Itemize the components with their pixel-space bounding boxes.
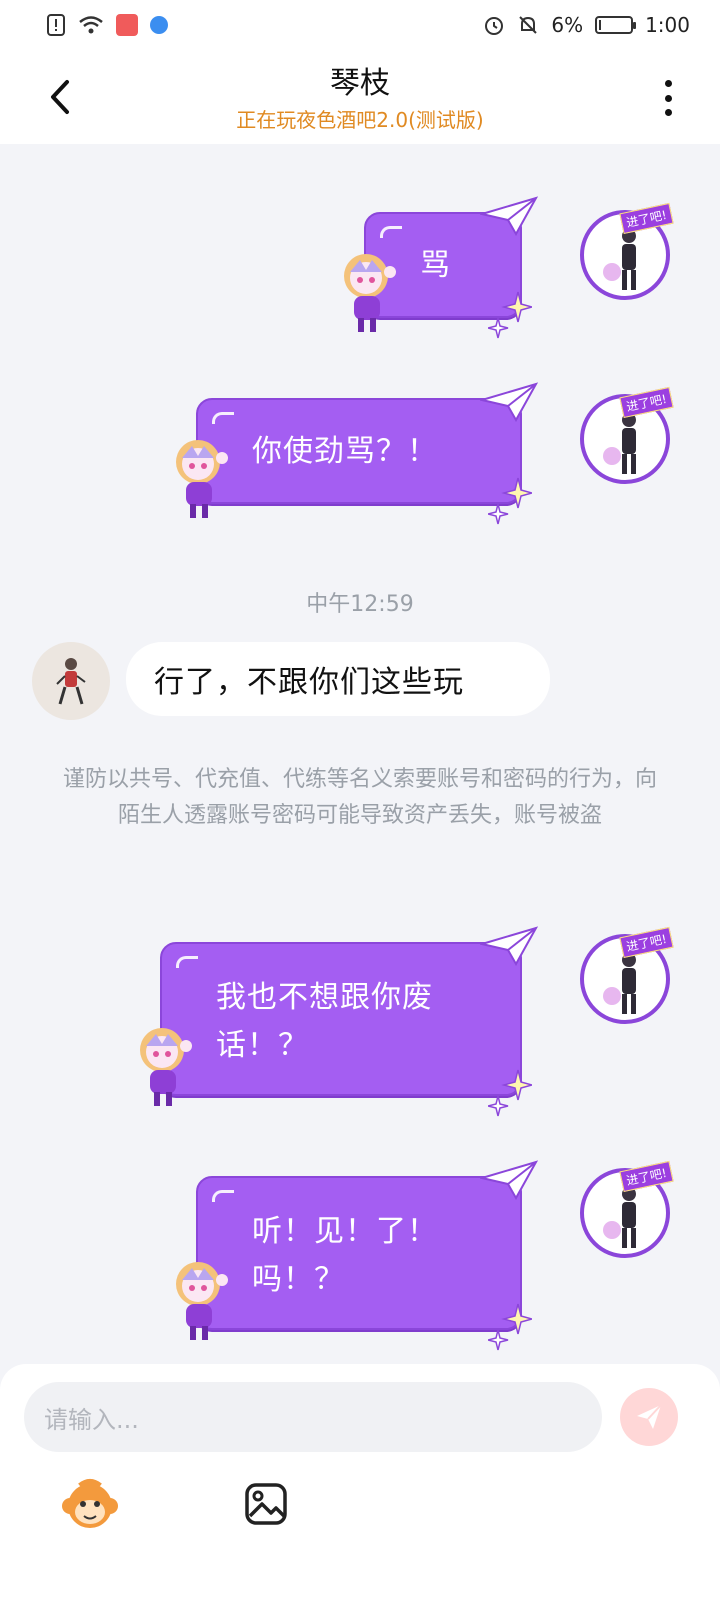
avatar-figure-icon (603, 413, 636, 474)
battery-icon (595, 16, 637, 34)
security-notice: 谨防以共号、代充值、代练等名义索要账号和密码的行为，向陌生人透露账号密码可能导致… (62, 767, 657, 828)
outgoing-message[interactable]: 我也不想跟你废 话！？ (140, 926, 538, 1117)
sparkle-icon (488, 291, 532, 339)
bubble-corner-decoration (212, 412, 234, 424)
bubble-corner-decoration (176, 956, 198, 968)
bubble-corner-decoration (212, 1190, 234, 1202)
send-button[interactable] (620, 1388, 678, 1446)
status-time: 1:00 (645, 13, 690, 37)
outgoing-message[interactable]: 你使劲骂？！ (176, 382, 538, 525)
outgoing-message[interactable]: 骂 (344, 196, 538, 339)
mascot-sticker-icon (176, 1262, 228, 1340)
app-notification-icon (116, 14, 138, 36)
paper-plane-icon (480, 196, 538, 236)
avatar-figure-icon (603, 229, 636, 290)
outgoing-message[interactable]: 听！见！了！ 吗！？ (176, 1160, 538, 1351)
status-left-icons (46, 14, 168, 36)
my-avatar[interactable]: 进了吧! (580, 386, 674, 484)
chat-message-list[interactable]: 骂 进了吧! 你使劲骂？！ 进了吧! 中午12:59 行了，不跟你们这些玩 谨防… (0, 144, 720, 1390)
sparkle-icon (488, 477, 532, 525)
wifi-icon (78, 15, 104, 35)
bubble-corner-decoration (380, 226, 402, 238)
avatar-figure-icon (603, 953, 636, 1014)
more-options-button[interactable] (656, 78, 680, 118)
status-bar: 6% 1:00 (0, 0, 720, 50)
battery-percent: 6% (551, 13, 584, 37)
monkey-emoji-icon (62, 1479, 118, 1528)
emoji-button[interactable] (60, 1476, 120, 1536)
paper-plane-icon (480, 926, 538, 966)
message-input[interactable]: 请输入... (24, 1382, 602, 1452)
mascot-sticker-icon (176, 440, 228, 518)
mascot-sticker-icon (344, 254, 396, 332)
chat-header: 琴枝 正在玩夜色酒吧2.0(测试版) (0, 50, 720, 144)
my-avatar[interactable]: 进了吧! (580, 202, 674, 300)
battery-level-fill (599, 20, 602, 30)
sparkle-icon (488, 1069, 532, 1117)
page-title: 琴枝 (330, 66, 390, 101)
message-text: 你使劲骂？！ (252, 434, 438, 469)
message-input-bar: 请输入... (0, 1364, 720, 1600)
contact-avatar[interactable] (32, 642, 110, 720)
more-dots-icon (664, 80, 672, 87)
avatar-figure-icon (603, 1187, 636, 1248)
image-button[interactable] (244, 1482, 288, 1526)
my-avatar[interactable]: 进了吧! (580, 926, 674, 1024)
status-right-icons: 6% 1:00 (483, 13, 690, 37)
browser-icon (150, 16, 168, 34)
message-text: 我也不想跟你废 话！？ (216, 980, 433, 1063)
alarm-icon (483, 14, 505, 36)
message-text: 骂 (420, 248, 451, 283)
alert-icon (46, 14, 66, 36)
paper-plane-icon (480, 382, 538, 422)
mascot-sticker-icon (140, 1028, 192, 1106)
mute-icon (517, 14, 539, 36)
image-icon (245, 1483, 287, 1525)
time-divider: 中午12:59 (306, 592, 414, 617)
contact-avatar-figure-icon (56, 658, 86, 705)
playing-status: 正在玩夜色酒吧2.0(测试版) (236, 108, 484, 132)
incoming-message[interactable]: 行了，不跟你们这些玩 (126, 642, 550, 716)
send-icon (637, 1404, 662, 1429)
my-avatar[interactable]: 进了吧! (580, 1160, 674, 1258)
sparkle-icon (488, 1303, 532, 1351)
paper-plane-icon (480, 1160, 538, 1200)
message-text: 听！见！了！ 吗！？ (252, 1214, 438, 1297)
